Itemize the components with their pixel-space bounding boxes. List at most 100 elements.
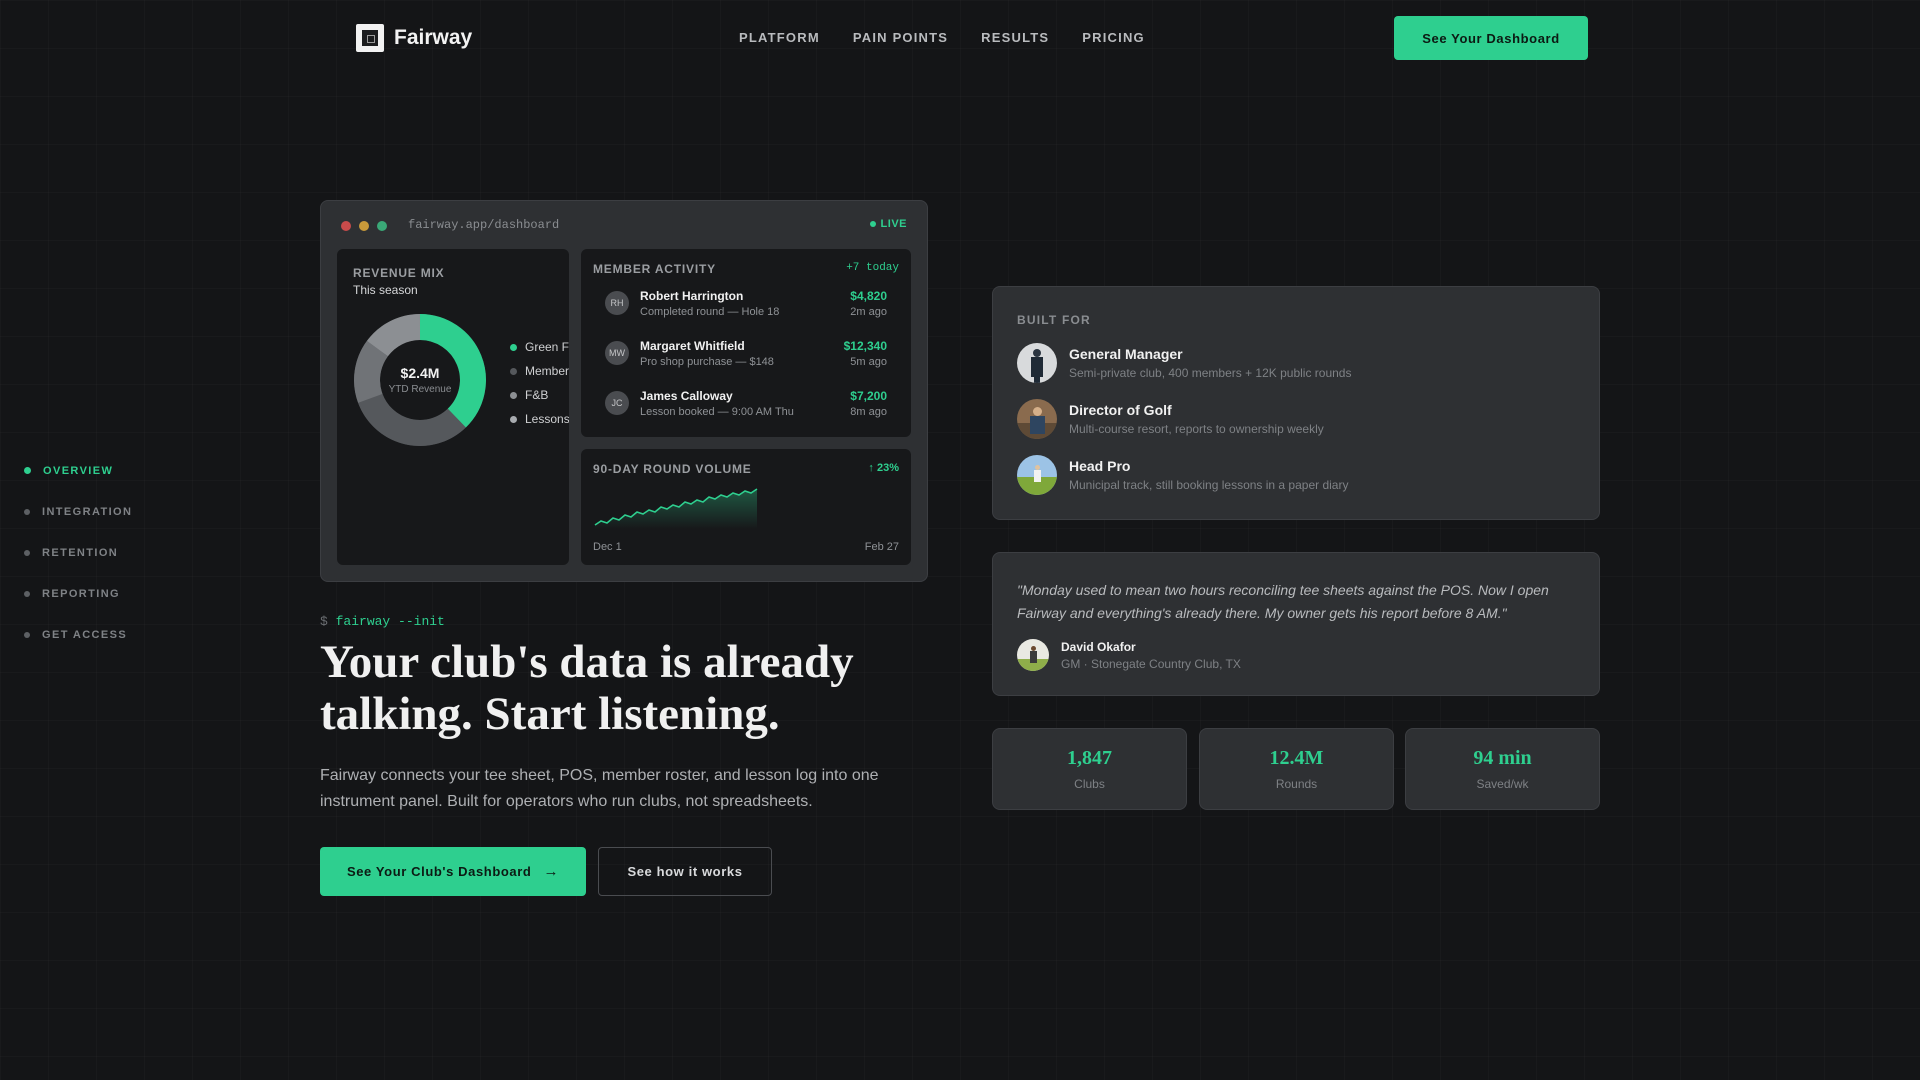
nav-pain-points[interactable]: PAIN POINTS xyxy=(853,30,948,45)
section-nav-overview[interactable]: OVERVIEW xyxy=(24,450,132,491)
avatar xyxy=(1017,343,1057,383)
member-name: James Calloway xyxy=(640,388,733,403)
dot-icon xyxy=(24,508,30,515)
member-activity-badge: +7 today xyxy=(846,262,899,274)
volume-start-date: Dec 1 xyxy=(593,541,622,553)
stat-value: 12.4M xyxy=(1269,747,1324,769)
sparkline-area xyxy=(595,489,757,529)
testimonial-role: GM · Stonegate Country Club, TX xyxy=(1061,656,1241,671)
persona-item: Director of Golf Multi-course resort, re… xyxy=(1017,399,1324,439)
terminal-prompt: $ xyxy=(320,614,328,629)
stat-label: Clubs xyxy=(1074,777,1105,791)
stat-value: 1,847 xyxy=(1067,747,1112,769)
member-activity-panel: MEMBER ACTIVITY +7 today RH Robert Harri… xyxy=(581,249,911,437)
round-volume-sparkline xyxy=(594,488,758,529)
live-indicator: LIVE xyxy=(869,218,907,230)
dot-icon xyxy=(24,590,30,597)
nav-dashboard-button[interactable]: See Your Dashboard xyxy=(1394,16,1588,60)
dashboard-preview: fairway.app/dashboard LIVE REVENUE MIX T… xyxy=(320,200,928,582)
built-for-card: BUILT FOR General Manager Semi-private c… xyxy=(992,286,1600,520)
nav-platform[interactable]: PLATFORM xyxy=(739,30,820,45)
dot-icon xyxy=(24,549,30,556)
see-how-it-works-button[interactable]: See how it works xyxy=(598,847,772,896)
persona-role: Director of Golf xyxy=(1069,402,1172,418)
section-nav-retention[interactable]: RETENTION xyxy=(24,532,132,573)
persona-description: Semi-private club, 400 members + 12K pub… xyxy=(1069,366,1352,380)
close-dot-icon xyxy=(341,221,351,231)
persona-item: General Manager Semi-private club, 400 m… xyxy=(1017,343,1351,383)
hero-subtitle: Fairway connects your tee sheet, POS, me… xyxy=(320,767,879,810)
built-for-title: BUILT FOR xyxy=(1017,313,1091,327)
stat-label: Saved/wk xyxy=(1476,777,1529,791)
member-activity-title: MEMBER ACTIVITY xyxy=(593,262,716,276)
live-dot-icon xyxy=(869,221,876,227)
testimonial-quote: "Monday used to mean two hours reconcili… xyxy=(1017,582,1549,621)
terminal-command: $ fairway --init xyxy=(320,614,445,629)
avatar: MW xyxy=(605,341,629,365)
legend-dot-icon xyxy=(510,343,517,351)
member-name: Robert Harrington xyxy=(640,288,744,303)
volume-end-date: Feb 27 xyxy=(864,541,899,553)
section-nav-get-access[interactable]: GET ACCESS xyxy=(24,614,132,655)
dot-icon xyxy=(24,467,31,474)
avatar xyxy=(1017,455,1057,495)
donut-center: $2.4M YTD Revenue xyxy=(353,313,487,447)
avatar xyxy=(1017,399,1057,439)
member-activity: Completed round — Hole 18 xyxy=(640,305,780,318)
nav-pricing[interactable]: PRICING xyxy=(1082,30,1145,45)
brand-name: Fairway xyxy=(394,26,473,49)
persona-role: Head Pro xyxy=(1069,458,1131,474)
member-time: 5m ago xyxy=(850,355,887,368)
member-time: 2m ago xyxy=(850,305,887,318)
logo-icon xyxy=(356,24,384,52)
maximize-dot-icon xyxy=(377,221,387,231)
avatar xyxy=(1017,639,1049,671)
window-controls xyxy=(341,221,387,231)
member-amount: $7,200 xyxy=(850,388,887,403)
round-volume-change: ↑ 23% xyxy=(868,462,899,474)
legend-item: F&B xyxy=(510,383,569,407)
list-item[interactable]: MW Margaret Whitfield Pro shop purchase —… xyxy=(605,333,887,373)
window-url: fairway.app/dashboard xyxy=(408,218,560,232)
stat-label: Rounds xyxy=(1275,777,1318,791)
revenue-mix-panel: REVENUE MIX This season $2.4M YTD Revenu… xyxy=(337,249,569,565)
stat-saved: 94 min Saved/wk xyxy=(1405,728,1600,810)
list-item[interactable]: JC James Calloway Lesson booked — 9:00 AM… xyxy=(605,383,887,423)
member-amount: $4,820 xyxy=(850,288,887,303)
revenue-legend: Green Fees Memberships F&B Lessons xyxy=(510,335,569,431)
legend-dot-icon xyxy=(510,391,517,399)
legend-dot-icon xyxy=(510,367,517,375)
persona-role: General Manager xyxy=(1069,346,1183,362)
member-activity: Pro shop purchase — $148 xyxy=(640,355,774,368)
stat-value: 94 min xyxy=(1473,747,1532,769)
list-item[interactable]: RH Robert Harrington Completed round — Ho… xyxy=(605,283,887,323)
ytd-revenue-label: YTD Revenue xyxy=(388,384,452,395)
ytd-revenue-value: $2.4M xyxy=(400,365,440,381)
member-name: Margaret Whitfield xyxy=(640,338,745,353)
primary-cta-label: See Your Club's Dashboard xyxy=(346,864,532,879)
avatar: RH xyxy=(605,291,629,315)
arrow-right-icon: → xyxy=(543,863,560,880)
legend-item: Green Fees xyxy=(510,335,569,359)
revenue-mix-title: REVENUE MIX xyxy=(353,266,445,280)
persona-description: Municipal track, still booking lessons i… xyxy=(1069,478,1349,492)
legend-item: Memberships xyxy=(510,359,569,383)
main-nav: PLATFORM PAIN POINTS RESULTS PRICING xyxy=(739,30,1145,45)
section-nav-integration[interactable]: INTEGRATION xyxy=(24,491,132,532)
see-club-dashboard-button[interactable]: See Your Club's Dashboard → xyxy=(320,847,586,896)
round-volume-title: 90-DAY ROUND VOLUME xyxy=(593,462,752,476)
avatar: JC xyxy=(605,391,629,415)
terminal-command-text: fairway --init xyxy=(335,614,445,629)
stat-rounds: 12.4M Rounds xyxy=(1199,728,1394,810)
legend-item: Lessons xyxy=(510,407,569,431)
dot-icon xyxy=(24,631,30,638)
member-time: 8m ago xyxy=(850,405,887,418)
member-amount: $12,340 xyxy=(843,338,887,353)
stat-clubs: 1,847 Clubs xyxy=(992,728,1187,810)
minimize-dot-icon xyxy=(359,221,369,231)
section-nav-reporting[interactable]: REPORTING xyxy=(24,573,132,614)
brand[interactable]: Fairway xyxy=(356,24,472,52)
nav-results[interactable]: RESULTS xyxy=(981,30,1049,45)
persona-item: Head Pro Municipal track, still booking … xyxy=(1017,455,1348,495)
legend-dot-icon xyxy=(510,415,517,423)
